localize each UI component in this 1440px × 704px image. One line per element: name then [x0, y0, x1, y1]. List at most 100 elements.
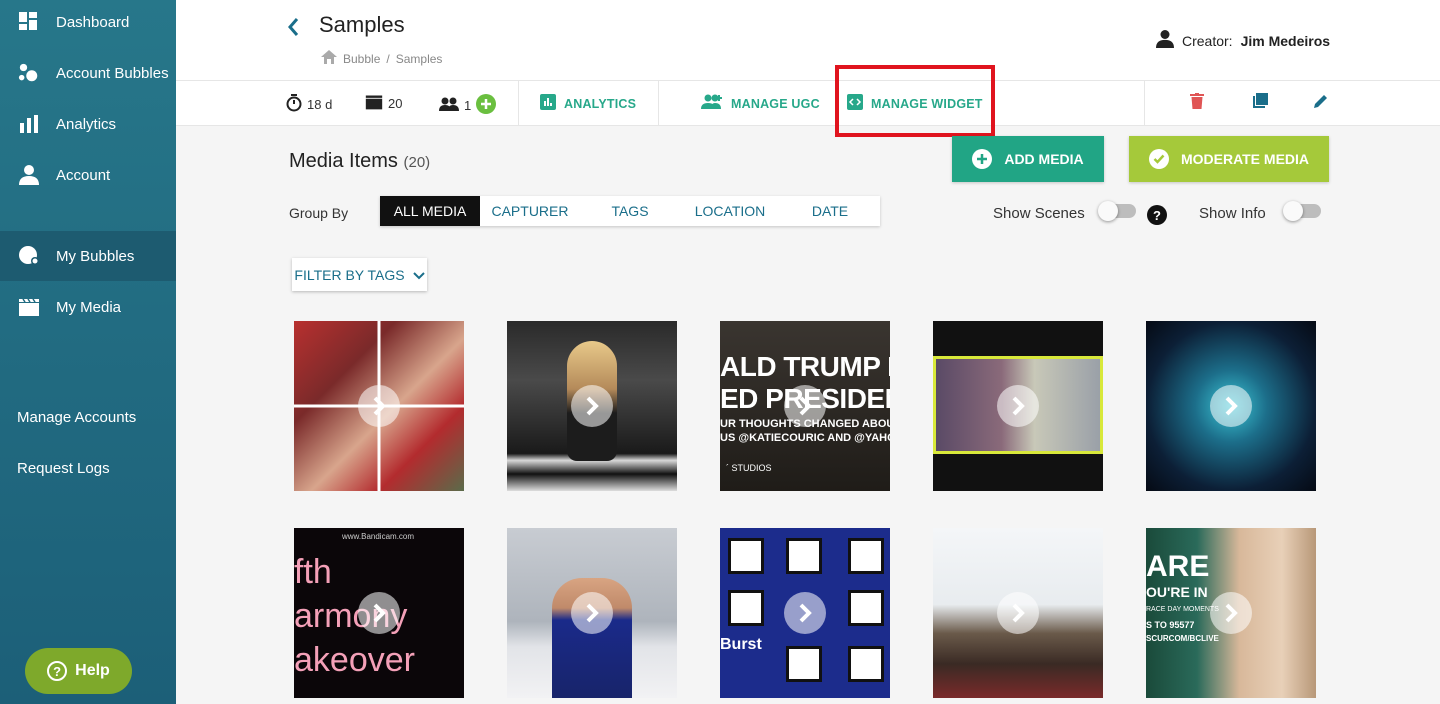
- play-chevron-icon: [1210, 592, 1252, 634]
- group-option-capturer[interactable]: CAPTURER: [480, 196, 580, 226]
- play-chevron-icon: [358, 592, 400, 634]
- sidebar-item-account[interactable]: Account: [0, 150, 176, 200]
- play-chevron-icon: [358, 385, 400, 427]
- sidebar-item-analytics[interactable]: Analytics: [0, 99, 176, 149]
- thumbnail-tile: [786, 646, 822, 682]
- media-thumbnail[interactable]: [1146, 321, 1316, 491]
- creator-label: Creator:: [1182, 32, 1233, 49]
- duration-value: 18 d: [307, 97, 333, 112]
- users-count-value: 1: [464, 98, 472, 113]
- show-scenes-toggle[interactable]: [1098, 201, 1136, 221]
- play-chevron-icon: [1210, 385, 1252, 427]
- thumbnail-caption: SCURCOM/BCLIVE: [1146, 634, 1219, 643]
- group-by-segmented-control: ALL MEDIA CAPTURER TAGS LOCATION DATE: [380, 196, 880, 226]
- users-icon: [439, 97, 459, 114]
- media-count-value: 20: [388, 96, 403, 111]
- moderate-media-button[interactable]: MODERATE MEDIA: [1129, 136, 1329, 182]
- media-items-count: (20): [403, 154, 431, 171]
- media-thumbnail[interactable]: Burst: [720, 528, 890, 698]
- edit-pencil-icon[interactable]: [1311, 91, 1331, 111]
- back-chevron-icon[interactable]: [286, 16, 306, 40]
- duration-stat: 18 d: [286, 94, 332, 115]
- media-thumbnail[interactable]: [507, 528, 677, 698]
- analytics-label: ANALYTICS: [564, 96, 637, 111]
- sidebar-item-label: Account Bubbles: [56, 64, 169, 82]
- thumbnail-tile: [848, 646, 884, 682]
- media-thumbnail[interactable]: [507, 321, 677, 491]
- sidebar-item-label: Analytics: [56, 115, 117, 133]
- plus-icon: [972, 149, 993, 169]
- sidebar-item-dashboard[interactable]: Dashboard: [0, 0, 176, 47]
- filter-by-tags-label: FILTER BY TAGS: [294, 266, 405, 283]
- manage-ugc-link[interactable]: MANAGE UGC: [701, 94, 820, 113]
- media-thumbnail[interactable]: [294, 321, 464, 491]
- play-chevron-icon: [997, 592, 1039, 634]
- bubbles-icon: [18, 62, 40, 84]
- group-option-all-media[interactable]: ALL MEDIA: [380, 196, 480, 226]
- group-by-label: Group By: [289, 205, 349, 221]
- thumbnail-caption: RACE DAY MOMENTS: [1146, 606, 1219, 613]
- add-media-button[interactable]: ADD MEDIA: [952, 136, 1104, 182]
- sidebar-link-manage-accounts[interactable]: Manage Accounts: [17, 409, 136, 426]
- bubble-toolbar: 18 d 20 1 ANALYTICS MANAGE UGC MANAGE WI…: [176, 80, 1440, 126]
- media-items-title: Media Items: [289, 150, 398, 172]
- thumbnail-tile: [728, 538, 764, 574]
- play-chevron-icon: [997, 385, 1039, 427]
- thumbnail-tile: [786, 538, 822, 574]
- thumbnail-tile: [848, 590, 884, 626]
- sidebar-item-label: Dashboard: [56, 13, 130, 31]
- breadcrumb-separator: /: [386, 51, 390, 66]
- media-thumbnail[interactable]: ALD TRUMP HAS BED PRESIDENT-EL UR THOUGH…: [720, 321, 890, 491]
- help-button[interactable]: ? Help: [25, 648, 132, 694]
- help-icon: ?: [47, 661, 68, 681]
- copy-icon[interactable]: [1250, 91, 1270, 111]
- breadcrumb-item[interactable]: Bubble: [343, 52, 380, 66]
- add-user-icon[interactable]: [476, 94, 497, 117]
- manage-widget-link[interactable]: MANAGE WIDGET: [847, 94, 983, 113]
- sidebar-item-my-media[interactable]: My Media: [0, 282, 176, 332]
- media-count-stat: 20: [365, 94, 402, 113]
- media-thumbnail[interactable]: [933, 528, 1103, 698]
- creator-info: Creator: Jim Medeiros: [1156, 30, 1330, 51]
- stopwatch-icon: [286, 94, 302, 115]
- person-icon: [1156, 30, 1174, 51]
- show-info-toggle[interactable]: [1283, 201, 1321, 221]
- film-icon: [365, 94, 383, 113]
- thumbnail-caption: Burst: [720, 636, 762, 653]
- sidebar-item-my-bubbles[interactable]: My Bubbles: [0, 231, 176, 281]
- media-thumbnail[interactable]: www.Bandicam.com fth armony akeover: [294, 528, 464, 698]
- toggle-knob: [1098, 201, 1118, 221]
- thumbnail-caption: ARE: [1146, 550, 1210, 583]
- sidebar-item-account-bubbles[interactable]: Account Bubbles: [0, 48, 176, 98]
- media-thumbnail[interactable]: ARE OU'RE IN RACE DAY MOMENTS S TO 95577…: [1146, 528, 1316, 698]
- thumbnail-caption: OU'RE IN: [1146, 584, 1208, 600]
- help-label: Help: [75, 662, 110, 679]
- analytics-link[interactable]: ANALYTICS: [540, 94, 636, 113]
- sidebar-link-request-logs[interactable]: Request Logs: [17, 460, 110, 477]
- bubble-icon: [18, 245, 40, 267]
- thumbnail-caption: www.Bandicam.com: [342, 532, 415, 541]
- delete-trash-icon[interactable]: [1187, 91, 1207, 111]
- add-users-icon: [701, 94, 723, 113]
- sidebar-item-label: My Media: [56, 298, 122, 316]
- sidebar-item-label: My Bubbles: [56, 247, 135, 265]
- home-icon[interactable]: [321, 50, 337, 67]
- chevron-down-icon: [412, 267, 425, 283]
- code-icon: [847, 94, 863, 113]
- show-info-label: Show Info: [1199, 205, 1266, 222]
- sidebar-item-label: Account: [56, 166, 111, 184]
- thumbnail-caption: ´ STUDIOS: [726, 463, 772, 473]
- manage-ugc-label: MANAGE UGC: [731, 96, 820, 111]
- question-icon[interactable]: ?: [1147, 205, 1167, 225]
- divider: [658, 81, 659, 125]
- media-items-heading: Media Items (20): [289, 150, 430, 173]
- filter-by-tags-dropdown[interactable]: FILTER BY TAGS: [292, 258, 427, 291]
- check-icon: [1148, 149, 1169, 169]
- group-option-date[interactable]: DATE: [780, 196, 880, 226]
- toggle-knob: [1283, 201, 1303, 221]
- group-option-tags[interactable]: TAGS: [580, 196, 680, 226]
- group-option-location[interactable]: LOCATION: [680, 196, 780, 226]
- thumbnail-tile: [728, 590, 764, 626]
- moderate-media-label: MODERATE MEDIA: [1180, 151, 1310, 167]
- media-thumbnail[interactable]: [933, 321, 1103, 491]
